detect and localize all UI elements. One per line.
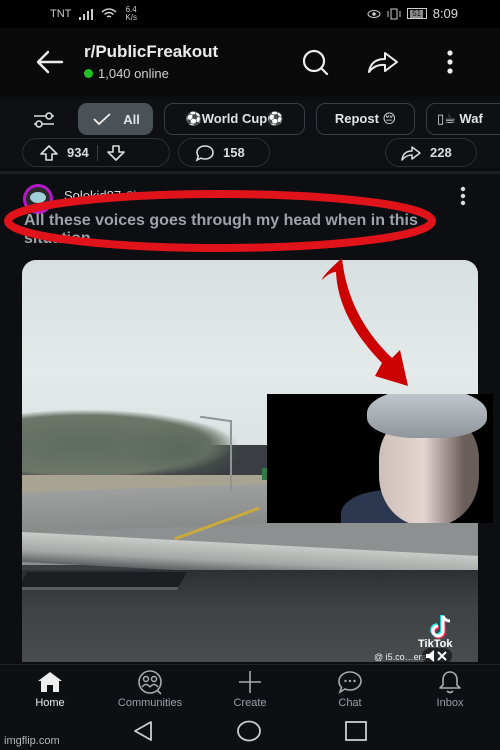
post-title[interactable]: All these voices goes through my head wh… (24, 212, 474, 248)
nav-inbox[interactable]: Inbox (405, 669, 495, 709)
vibrate-icon (387, 8, 401, 19)
chip-repost[interactable]: Repost 😔 (316, 103, 415, 135)
chip-waf[interactable]: ▯☕ Waf (426, 103, 500, 135)
author-avatar[interactable] (23, 184, 53, 214)
post-meta: Solokid87 2h (64, 188, 141, 203)
back-arrow-icon[interactable] (34, 48, 66, 76)
author-name[interactable]: Solokid87 (64, 188, 121, 203)
character-hair (367, 394, 487, 438)
share-icon[interactable] (366, 48, 400, 76)
net-speed: 6.4 K/s (125, 5, 137, 22)
overlay-character-image (267, 394, 493, 523)
chip-world-cup[interactable]: ⚽World Cup⚽ (164, 103, 305, 135)
nav-create[interactable]: Create (205, 669, 295, 709)
comment-count: 158 (223, 145, 245, 160)
subreddit-header: r/PublicFreakout 1,040 online (0, 28, 500, 96)
battery-icon: 51 (406, 8, 427, 19)
carrier-label: TNT (50, 8, 72, 20)
mute-button[interactable] (422, 648, 452, 662)
subreddit-name[interactable]: r/PublicFreakout (84, 42, 218, 62)
flair-filter-bar: All ⚽World Cup⚽ Repost 😔 ▯☕ Waf (0, 100, 500, 138)
comment-icon (195, 144, 214, 161)
video-dash-vent (22, 572, 188, 590)
vote-divider (96, 144, 98, 161)
nav-home[interactable]: Home (5, 669, 95, 709)
upvote-icon[interactable] (39, 144, 59, 162)
checkmark-icon (93, 113, 111, 126)
system-nav-bar (0, 716, 500, 750)
chat-icon (338, 671, 362, 694)
nav-communities[interactable]: Communities (105, 669, 195, 709)
share-count: 228 (430, 145, 452, 160)
system-recents-icon[interactable] (343, 720, 369, 742)
chip-all[interactable]: All (78, 103, 153, 135)
online-dot-icon (84, 69, 93, 78)
bell-icon (439, 671, 461, 694)
tiktok-logo-icon (430, 615, 451, 639)
home-icon (38, 672, 62, 692)
clock: 8:09 (432, 6, 458, 21)
system-back-icon[interactable] (131, 720, 157, 742)
post-more-icon[interactable] (456, 186, 470, 206)
post-age: 2h (126, 188, 141, 203)
communities-icon (138, 670, 162, 695)
more-vertical-icon[interactable] (433, 48, 467, 76)
share-icon (401, 145, 421, 161)
eye-comfort-icon (367, 10, 381, 18)
video-trees (122, 420, 242, 480)
nav-chat[interactable]: Chat (305, 669, 395, 709)
downvote-icon[interactable] (106, 144, 126, 162)
bottom-nav: Home Communities Create Chat Inbox (0, 664, 500, 716)
imgflip-watermark: imgflip.com (4, 735, 60, 747)
upvote-count: 934 (67, 145, 89, 160)
comments-button[interactable]: 158 (178, 138, 270, 167)
signal-icon (79, 8, 94, 20)
status-bar: TNT 6.4 K/s 51 8:09 (0, 0, 500, 28)
vote-pill: 934 (22, 138, 170, 167)
online-count: 1,040 online (84, 66, 169, 81)
plus-icon (239, 671, 261, 693)
system-home-icon[interactable] (236, 720, 262, 742)
filter-sliders-icon[interactable] (32, 111, 56, 129)
wifi-icon (101, 8, 117, 18)
video-lamp-post (230, 420, 232, 490)
search-icon[interactable] (298, 48, 332, 76)
post-action-bar: 934 158 228 (0, 138, 500, 168)
share-button[interactable]: 228 (385, 138, 477, 167)
speaker-muted-icon (426, 650, 447, 662)
tiktok-handle: @ i5.co…ers (374, 652, 427, 662)
